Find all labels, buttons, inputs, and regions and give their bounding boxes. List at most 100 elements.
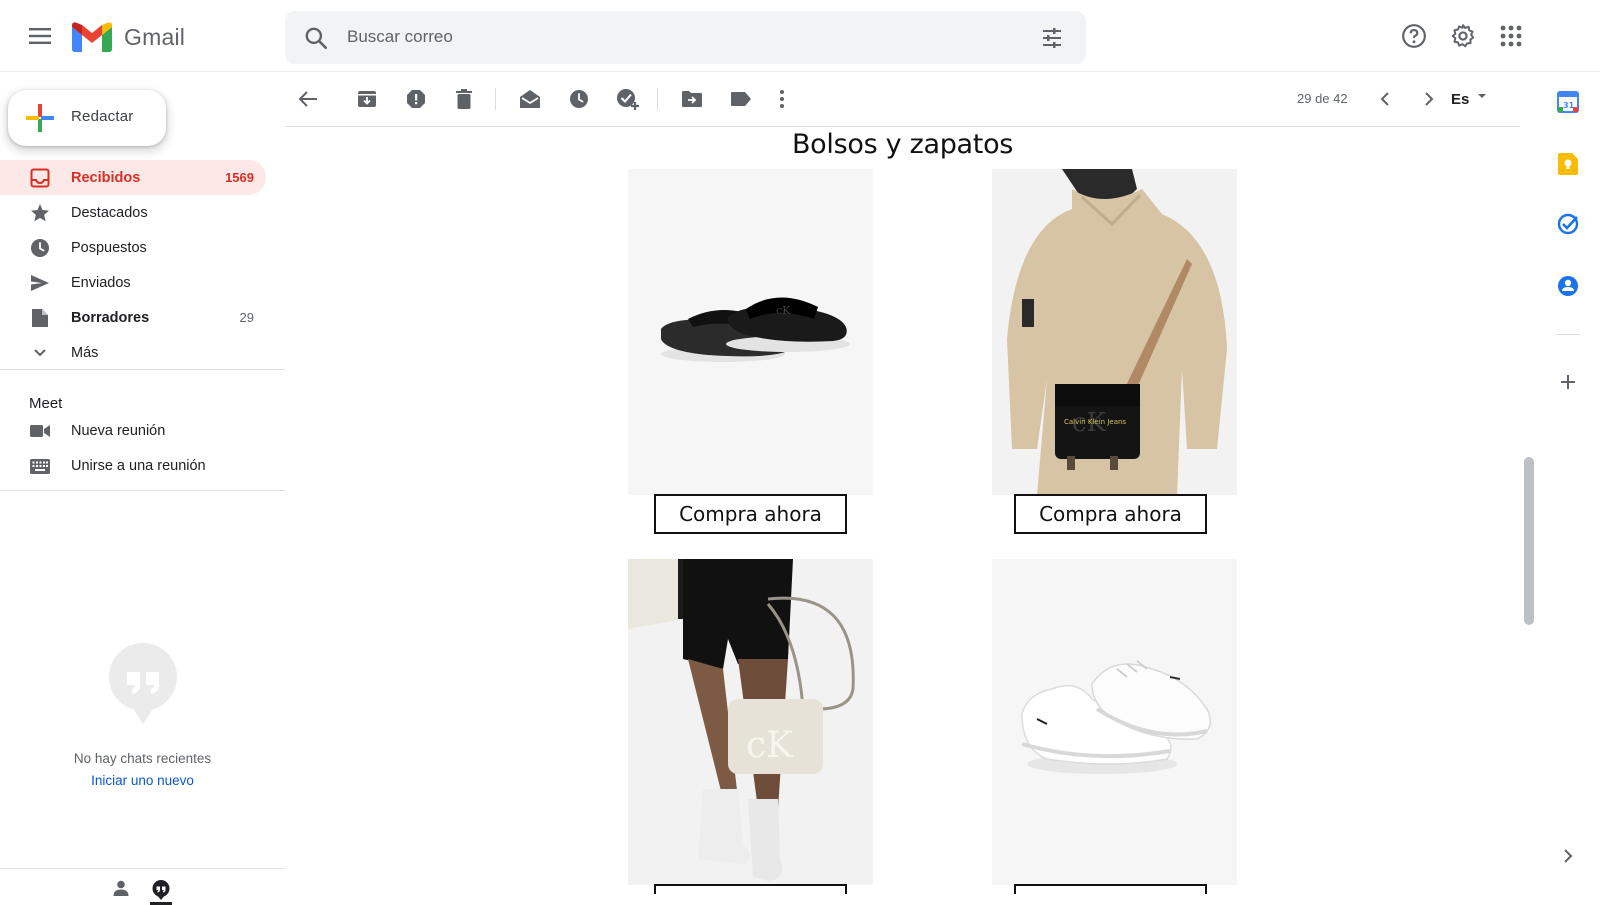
chevron-down-icon xyxy=(29,342,51,364)
email-scrollbar[interactable] xyxy=(1520,127,1536,905)
draft-file-icon xyxy=(29,307,51,329)
back-arrow-icon[interactable] xyxy=(295,86,321,112)
top-header: Gmail xyxy=(0,0,1600,72)
trash-icon[interactable] xyxy=(451,86,477,112)
star-icon xyxy=(29,202,51,224)
sidebar-item-join-meeting[interactable]: Unirse a una reunión xyxy=(0,448,266,483)
search-icon[interactable] xyxy=(303,25,329,51)
sidebar-item-new-meeting[interactable]: Nueva reunión xyxy=(0,413,266,448)
mark-unread-icon[interactable] xyxy=(517,86,543,112)
archive-icon[interactable] xyxy=(354,86,380,112)
search-input[interactable] xyxy=(347,19,1007,55)
report-spam-icon[interactable] xyxy=(403,86,429,112)
sidebar-item-label: Pospuestos xyxy=(71,240,147,256)
contacts-icon[interactable] xyxy=(1556,274,1580,298)
language-label: Es xyxy=(1451,91,1470,108)
video-camera-icon xyxy=(29,420,51,442)
sidebar-item-inbox[interactable]: Recibidos 1569 xyxy=(0,160,266,195)
mail-nav: Recibidos 1569 Destacados Pospuestos Env… xyxy=(0,160,270,370)
sandals-image: cK xyxy=(628,169,873,495)
sidebar-item-label: Enviados xyxy=(71,275,131,291)
settings-gear-icon[interactable] xyxy=(1449,22,1477,50)
chevron-right-icon[interactable] xyxy=(1416,86,1442,112)
svg-text:cK: cK xyxy=(746,725,794,766)
calendar-icon[interactable]: 31 xyxy=(1556,90,1580,114)
black-bag-model-image: cK Calvin Klein Jeans xyxy=(992,169,1237,495)
no-chats-text: No hay chats recientes xyxy=(73,751,212,766)
send-icon xyxy=(29,272,51,294)
meet-section-title: Meet xyxy=(29,395,63,412)
shop-now-button-3[interactable] xyxy=(654,884,847,894)
add-task-icon[interactable] xyxy=(615,86,641,112)
sidebar-item-label: Destacados xyxy=(71,205,148,221)
sidebar-item-label: Unirse a una reunión xyxy=(71,458,206,474)
dropdown-arrow-icon xyxy=(1477,94,1486,98)
toolbar-separator xyxy=(495,88,496,110)
tasks-icon[interactable] xyxy=(1556,212,1580,236)
svg-text:Calvin Klein Jeans: Calvin Klein Jeans xyxy=(1064,418,1126,426)
help-icon[interactable] xyxy=(1400,22,1428,50)
main-menu-icon[interactable] xyxy=(24,20,56,52)
pagination-text: 29 de 42 xyxy=(1297,91,1348,106)
side-panel-separator xyxy=(1556,334,1580,335)
compose-plus-icon xyxy=(26,104,54,132)
sidebar-item-drafts[interactable]: Borradores 29 xyxy=(0,300,266,335)
sidebar-item-label: Nueva reunión xyxy=(71,423,166,439)
chat-bubble-icon xyxy=(108,643,177,724)
product-image-sneakers[interactable] xyxy=(992,559,1237,885)
expand-panel-chevron-icon[interactable] xyxy=(1556,844,1580,868)
svg-text:cK: cK xyxy=(776,304,791,317)
input-language-selector[interactable]: Es xyxy=(1451,91,1487,108)
label-tag-icon[interactable] xyxy=(728,86,754,112)
sidebar-item-label: Borradores xyxy=(71,310,150,326)
gmail-m-icon xyxy=(72,22,112,52)
sidebar-item-more[interactable]: Más xyxy=(0,335,266,370)
compose-button[interactable]: Redactar xyxy=(8,90,166,146)
search-options-icon[interactable] xyxy=(1040,26,1064,50)
sidebar-divider xyxy=(0,490,285,491)
sidebar-item-starred[interactable]: Destacados xyxy=(0,195,266,230)
side-panel: 31 xyxy=(1536,72,1600,905)
move-to-folder-icon[interactable] xyxy=(679,86,705,112)
sidebar-item-snoozed[interactable]: Pospuestos xyxy=(0,230,266,265)
more-vert-icon[interactable] xyxy=(769,86,795,112)
compose-label: Redactar xyxy=(71,108,134,125)
person-icon[interactable] xyxy=(110,877,132,899)
white-bag-model-image: cK xyxy=(628,559,873,885)
snooze-clock-icon[interactable] xyxy=(566,86,592,112)
scrollbar-thumb[interactable] xyxy=(1524,457,1534,625)
clock-icon xyxy=(29,237,51,259)
gmail-logo[interactable]: Gmail xyxy=(72,22,185,52)
chevron-left-icon[interactable] xyxy=(1372,86,1398,112)
meet-nav: Nueva reunión Unirse a una reunión xyxy=(0,413,270,483)
sneakers-image xyxy=(992,559,1237,885)
start-chat-link[interactable]: Iniciar uno nuevo xyxy=(0,773,285,788)
email-body: Bolsos y zapatos cK Compra ahora cK Calv… xyxy=(285,127,1520,905)
sidebar-item-label: Más xyxy=(71,345,99,361)
apps-grid-icon[interactable] xyxy=(1497,22,1525,50)
hangouts-chat-icon[interactable] xyxy=(150,877,172,905)
svg-text:31: 31 xyxy=(1563,101,1575,110)
toolbar-separator xyxy=(657,88,658,110)
unread-count: 1569 xyxy=(225,170,254,185)
add-addon-plus-icon[interactable] xyxy=(1556,370,1580,394)
sidebar-item-label: Recibidos xyxy=(71,170,141,186)
shop-now-button-4[interactable] xyxy=(1014,884,1207,894)
drafts-count: 29 xyxy=(239,310,254,325)
inbox-icon xyxy=(29,167,51,189)
keep-notes-icon[interactable] xyxy=(1556,152,1580,176)
message-toolbar: 29 de 42 Es xyxy=(285,72,1520,127)
product-image-white-bag[interactable]: cK xyxy=(628,559,873,885)
sidebar-item-sent[interactable]: Enviados xyxy=(0,265,266,300)
product-image-black-bag[interactable]: cK Calvin Klein Jeans xyxy=(992,169,1237,495)
product-image-sandals[interactable]: cK xyxy=(628,169,873,495)
shop-now-button-2[interactable]: Compra ahora xyxy=(1014,494,1207,534)
section-title: Bolsos y zapatos xyxy=(791,129,1014,160)
shop-now-button-1[interactable]: Compra ahora xyxy=(654,494,847,534)
chat-footer xyxy=(0,868,285,905)
gmail-app: Gmail Redactar xyxy=(0,0,1600,905)
chat-empty-state: No hay chats recientes Iniciar uno nuevo xyxy=(0,642,285,788)
sidebar: Redactar Recibidos 1569 Destacados Pospu… xyxy=(0,72,285,905)
keyboard-icon xyxy=(29,455,51,477)
app-name: Gmail xyxy=(124,23,186,50)
